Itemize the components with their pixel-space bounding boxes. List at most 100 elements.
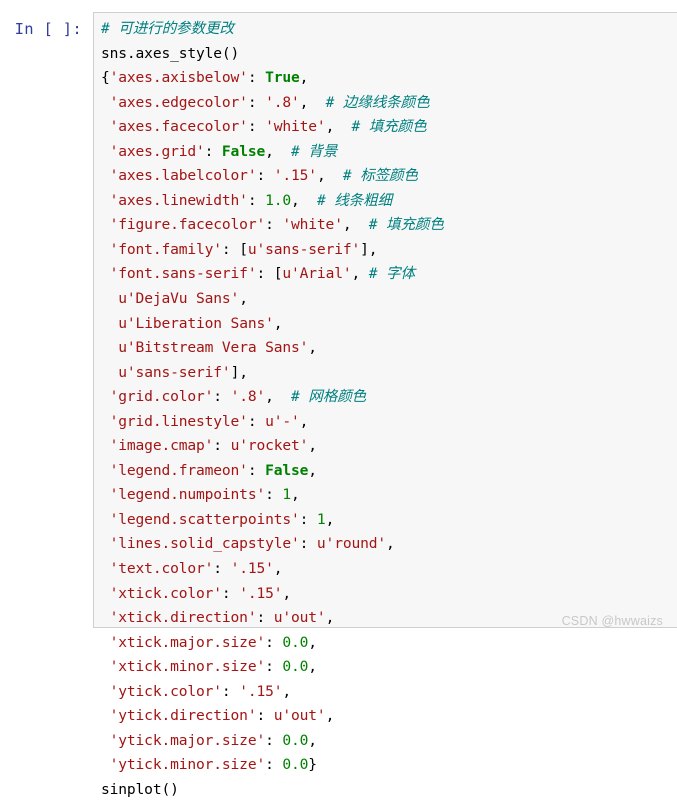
code-token-plain: sns.axes_style() xyxy=(101,44,240,62)
input-prompt-label[interactable]: In [ ]: xyxy=(15,21,82,38)
code-token-string: 'legend.scatterpoints' xyxy=(109,510,300,528)
code-token-punct: { xyxy=(101,69,110,87)
code-token-punct xyxy=(101,756,110,773)
code-token-kw: True xyxy=(265,69,300,87)
code-token-string: '.15' xyxy=(239,584,283,602)
code-line: 'xtick.color': '.15', xyxy=(101,582,677,607)
code-token-punct xyxy=(101,339,118,356)
code-token-string: 'lines.solid_capstyle' xyxy=(109,535,300,553)
code-line: u'sans-serif'], xyxy=(101,361,677,386)
code-cell[interactable]: # 可进行的参数更改 sns.axes_style() {'axes.axisbel… xyxy=(93,12,677,798)
code-token-punct: : xyxy=(247,69,266,87)
code-token-punct: , xyxy=(325,510,335,528)
code-token-punct: , xyxy=(308,658,317,676)
code-line: 'figure.facecolor': 'white', # 填充颜色 xyxy=(101,213,677,238)
code-token-punct: : xyxy=(247,461,266,479)
code-token-string: 'font.sans-serif' xyxy=(109,265,257,283)
code-token-punct: : xyxy=(213,437,231,455)
code-token-punct: : [ xyxy=(256,265,283,283)
code-token-comment: # 线条粗细 xyxy=(316,191,393,209)
code-token-punct: , xyxy=(299,93,326,111)
code-token-comment: # 边缘线条颜色 xyxy=(325,93,430,111)
code-token-num: 1 xyxy=(282,486,292,504)
code-token-punct: : xyxy=(299,535,317,553)
code-token-string: u'round' xyxy=(316,535,387,553)
code-token-num: 0.0 xyxy=(282,658,309,676)
code-token-punct: : xyxy=(256,167,274,185)
code-token-punct: , xyxy=(291,486,300,504)
code-token-punct: , xyxy=(299,69,309,87)
code-token-punct xyxy=(101,535,110,552)
code-token-string: '.15' xyxy=(273,167,317,185)
code-token-string: '.15' xyxy=(239,682,283,700)
code-line: 'ytick.direction': u'out', xyxy=(101,704,677,729)
code-token-punct: : xyxy=(265,486,283,504)
code-line: 'axes.labelcolor': '.15', # 标签颜色 xyxy=(101,164,677,189)
code-line: 'grid.color': '.8', # 网格颜色 xyxy=(101,385,677,410)
code-token-string: u'out' xyxy=(273,707,326,725)
code-editor-area[interactable]: # 可进行的参数更改 sns.axes_style() {'axes.axisbel… xyxy=(101,17,677,798)
code-token-plain: sinplot() xyxy=(101,780,179,798)
code-token-string: 'axes.grid' xyxy=(109,142,205,160)
code-token-punct xyxy=(101,634,110,651)
code-token-punct xyxy=(101,241,110,258)
code-token-punct xyxy=(101,609,110,626)
code-token-string: 'text.color' xyxy=(109,560,214,578)
code-token-punct: , xyxy=(265,388,292,406)
code-token-string: 'ytick.color' xyxy=(109,682,222,700)
code-token-punct: : xyxy=(265,731,283,749)
code-token-punct: ], xyxy=(230,363,248,381)
code-token-string: u'-' xyxy=(265,412,300,430)
code-line: 'xtick.major.size': 0.0, xyxy=(101,631,677,656)
code-token-punct: : xyxy=(213,388,231,406)
code-token-punct xyxy=(101,167,110,184)
code-token-string: 'axes.labelcolor' xyxy=(109,167,257,185)
code-token-punct: , xyxy=(308,437,317,455)
code-token-string: u'sans-serif' xyxy=(247,240,361,258)
code-line: 'xtick.minor.size': 0.0, xyxy=(101,655,677,680)
code-token-comment: # 填充颜色 xyxy=(368,216,444,234)
code-token-string: 'white' xyxy=(282,216,343,234)
code-line: 'axes.facecolor': 'white', # 填充颜色 xyxy=(101,115,677,140)
code-token-string: u'DejaVu Sans' xyxy=(118,290,240,308)
code-line: 'font.family': [u'sans-serif'], xyxy=(101,238,677,263)
code-token-punct xyxy=(101,585,110,602)
code-token-punct: : xyxy=(265,658,283,676)
code-token-punct xyxy=(101,364,118,381)
code-token-string: 'image.cmap' xyxy=(109,437,214,455)
code-line: 'lines.solid_capstyle': u'round', xyxy=(101,532,677,557)
code-token-string: 'legend.numpoints' xyxy=(109,486,266,504)
code-token-punct: , xyxy=(308,633,317,651)
code-token-string: 'xtick.major.size' xyxy=(109,633,266,651)
code-token-string: 'white' xyxy=(265,118,326,136)
code-token-string: 'grid.color' xyxy=(109,388,214,406)
code-line: {'axes.axisbelow': True, xyxy=(101,66,677,91)
code-token-punct xyxy=(101,486,110,503)
code-line: # 可进行的参数更改 xyxy=(101,17,677,42)
code-token-string: 'font.family' xyxy=(109,240,222,258)
code-token-punct: , xyxy=(308,461,317,479)
code-token-string: u'Bitstream Vera Sans' xyxy=(118,339,309,357)
notebook-cell-row: In [ ]: # 可进行的参数更改 sns.axes_style() {'axes… xyxy=(0,0,677,798)
code-token-string: 'xtick.minor.size' xyxy=(109,658,266,676)
code-token-comment: # 网格颜色 xyxy=(291,388,367,406)
code-token-punct xyxy=(101,388,110,405)
code-line: 'ytick.major.size': 0.0, xyxy=(101,729,677,754)
code-token-string: 'axes.facecolor' xyxy=(109,118,248,136)
code-token-comment: # 填充颜色 xyxy=(351,118,427,136)
code-token-punct: , xyxy=(308,339,317,357)
code-token-punct: , xyxy=(316,167,343,185)
code-token-num: 1 xyxy=(316,510,326,528)
code-token-punct xyxy=(101,143,110,160)
code-token-punct: : xyxy=(256,707,274,725)
code-line: u'Bitstream Vera Sans', xyxy=(101,336,677,361)
code-token-punct: : xyxy=(247,118,266,136)
code-token-punct xyxy=(101,94,110,111)
code-token-punct xyxy=(101,511,110,528)
code-token-punct: , xyxy=(291,191,317,209)
code-token-string: 'axes.axisbelow' xyxy=(109,69,248,87)
code-token-punct: , xyxy=(325,609,335,627)
code-token-punct xyxy=(101,683,110,700)
code-line: 'axes.grid': False, # 背景 xyxy=(101,140,677,165)
code-token-punct: : xyxy=(265,633,283,651)
